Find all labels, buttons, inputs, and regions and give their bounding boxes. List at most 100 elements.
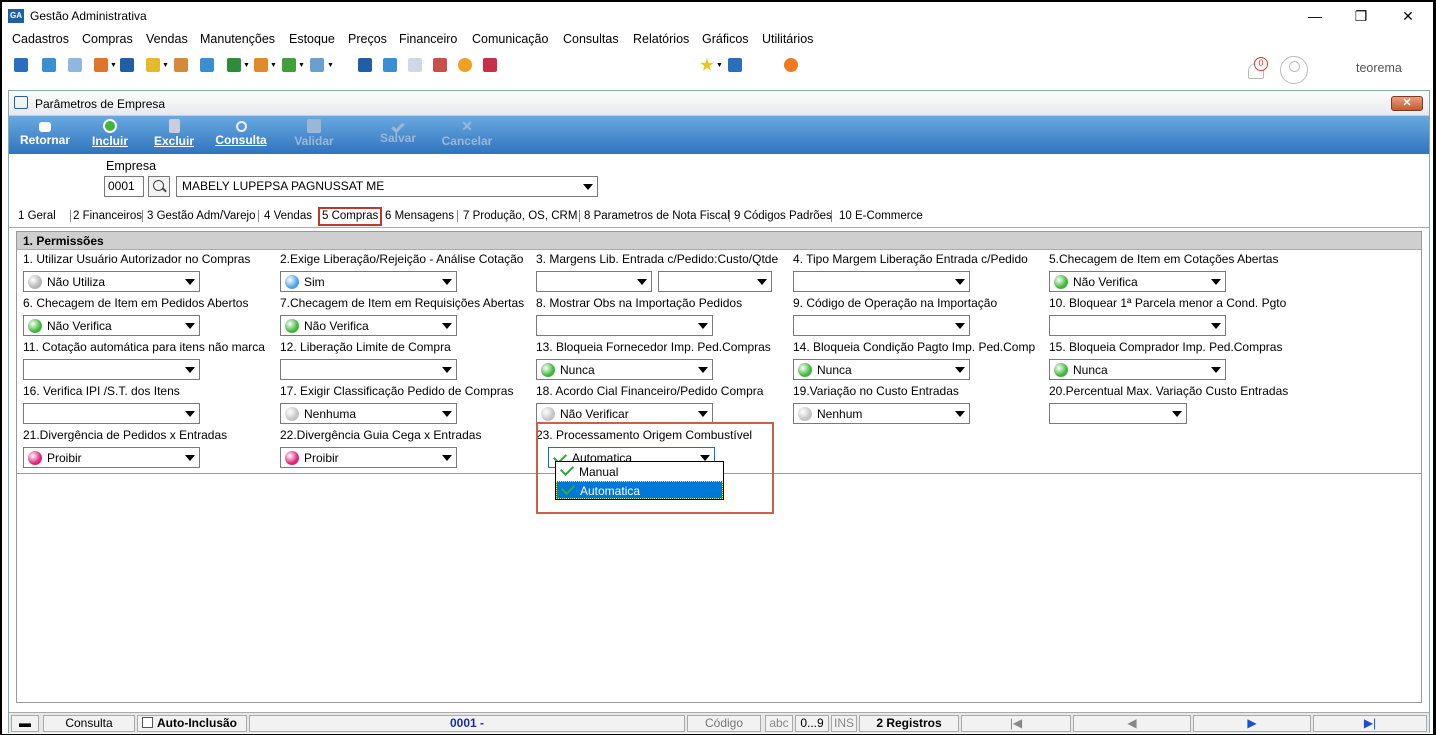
excluir-button[interactable]: Excluir bbox=[149, 119, 199, 148]
folder-icon[interactable] bbox=[146, 58, 160, 72]
tab-parametros-nota-fiscal[interactable]: 8 Parametros de Nota Fiscal bbox=[583, 210, 730, 222]
user-icon[interactable] bbox=[174, 58, 188, 72]
field-select[interactable]: Nenhuma bbox=[280, 403, 457, 424]
tab-e-commerce[interactable]: 10 E-Commerce bbox=[838, 210, 923, 222]
dropdown-option-manual[interactable]: Manual bbox=[556, 461, 723, 481]
field-select[interactable] bbox=[793, 315, 970, 336]
nav-next-button[interactable]: ▶ bbox=[1193, 715, 1311, 732]
favorites-star-icon[interactable] bbox=[700, 58, 714, 71]
menu-estoque[interactable]: Estoque bbox=[289, 32, 335, 46]
salvar-button[interactable]: Salvar bbox=[373, 119, 423, 145]
power-icon[interactable] bbox=[784, 58, 798, 72]
incluir-button[interactable]: Incluir bbox=[85, 119, 135, 148]
menu-utilitarios[interactable]: Utilitários bbox=[762, 32, 813, 46]
cadastro-icon[interactable] bbox=[14, 58, 28, 72]
clock-icon[interactable] bbox=[458, 58, 472, 72]
dropdown-arrow-icon[interactable]: ▼ bbox=[716, 62, 723, 69]
field-select[interactable] bbox=[1049, 315, 1226, 336]
menu-manutencoes[interactable]: Manutenções bbox=[200, 32, 275, 46]
menu-compras[interactable]: Compras bbox=[82, 32, 133, 46]
menu-relatorios[interactable]: Relatórios bbox=[633, 32, 689, 46]
dropdown-arrow-icon[interactable]: ▼ bbox=[110, 62, 117, 69]
dropdown-arrow-icon[interactable]: ▼ bbox=[327, 62, 334, 69]
bank-icon[interactable] bbox=[200, 58, 214, 72]
field-7: 7.Checagem de Item em Requisições Aberta… bbox=[280, 294, 536, 338]
list-icon[interactable] bbox=[94, 58, 108, 72]
tab-financeiros[interactable]: 2 Financeiros bbox=[72, 210, 143, 222]
consulta-button[interactable]: Consulta bbox=[211, 119, 271, 147]
empresa-search-icon[interactable] bbox=[148, 176, 170, 197]
menu-comunicacao[interactable]: Comunicação bbox=[472, 32, 548, 46]
dropdown-arrow-icon[interactable]: ▼ bbox=[270, 62, 277, 69]
field-select[interactable]: Não Utiliza bbox=[23, 271, 200, 292]
close-button[interactable]: ✕ bbox=[1385, 4, 1431, 28]
tab-codigos-padroes[interactable]: 9 Códigos Padrões bbox=[733, 210, 832, 222]
minimize-button[interactable]: — bbox=[1292, 4, 1338, 28]
dropdown-arrow-icon[interactable]: ▼ bbox=[243, 62, 250, 69]
document-icon[interactable] bbox=[120, 58, 134, 72]
tab-producao-os-crm[interactable]: 7 Produção, OS, CRM bbox=[462, 210, 580, 222]
card-icon[interactable] bbox=[68, 58, 82, 72]
menu-consultas[interactable]: Consultas bbox=[563, 32, 619, 46]
field-select[interactable] bbox=[23, 359, 200, 380]
cancelar-button[interactable]: ✕ Cancelar bbox=[437, 119, 497, 148]
truck-icon[interactable] bbox=[433, 58, 447, 72]
people-icon[interactable] bbox=[42, 58, 56, 72]
tab-geral[interactable]: 1 Geral bbox=[17, 210, 71, 222]
tab-vendas[interactable]: 4 Vendas bbox=[263, 210, 317, 222]
menu-cadastros[interactable]: Cadastros bbox=[12, 32, 69, 46]
field-select[interactable]: Nunca bbox=[1049, 359, 1226, 380]
field-select[interactable]: Proibir bbox=[23, 447, 200, 468]
user-avatar-icon[interactable] bbox=[1280, 56, 1308, 84]
box-icon[interactable] bbox=[254, 58, 268, 72]
field-select[interactable]: Nenhum bbox=[793, 403, 970, 424]
printer-icon[interactable] bbox=[310, 58, 324, 72]
restore-button[interactable]: ❐ bbox=[1338, 4, 1384, 28]
pdf-icon[interactable] bbox=[483, 58, 497, 72]
field-select[interactable] bbox=[658, 271, 772, 292]
tab-mensagens[interactable]: 6 Mensagens bbox=[384, 210, 458, 222]
field-select[interactable]: Nunca bbox=[536, 359, 713, 380]
form-close-button[interactable]: ✕ bbox=[1391, 96, 1423, 111]
help-icon[interactable] bbox=[728, 58, 742, 72]
auto-inclusao-checkbox[interactable]: Auto-Inclusão bbox=[137, 715, 247, 732]
dropdown-option-automatica[interactable]: Automatica bbox=[556, 480, 723, 499]
return-icon bbox=[39, 122, 51, 132]
empresa-name-select[interactable]: MABELY LUPEPSA PAGNUSSAT ME bbox=[176, 176, 598, 197]
tab-compras[interactable]: 5 Compras bbox=[318, 207, 382, 226]
dropdown-arrow-icon[interactable]: ▼ bbox=[298, 62, 305, 69]
calculator-icon[interactable] bbox=[383, 58, 397, 72]
field-select[interactable]: Não Verificar bbox=[536, 403, 713, 424]
nav-first-button[interactable]: |◀ bbox=[961, 715, 1071, 732]
field-select[interactable] bbox=[536, 271, 652, 292]
nav-prev-button[interactable]: ◀ bbox=[1073, 715, 1191, 732]
notification-bell-icon[interactable]: 0 bbox=[1244, 55, 1270, 81]
menu-precos[interactable]: Preços bbox=[348, 32, 387, 46]
retornar-button[interactable]: Retornar bbox=[15, 119, 75, 147]
field-select[interactable]: Não Verifica bbox=[280, 315, 457, 336]
dropdown-list[interactable]: Manual Automatica bbox=[555, 461, 724, 500]
field-select[interactable] bbox=[536, 315, 713, 336]
dropdown-arrow-icon[interactable]: ▼ bbox=[162, 62, 169, 69]
field-select[interactable] bbox=[23, 403, 200, 424]
field-select[interactable] bbox=[1049, 403, 1187, 424]
field-select[interactable] bbox=[793, 271, 970, 292]
menu-graficos[interactable]: Gráficos bbox=[702, 32, 749, 46]
field-select[interactable]: Proibir bbox=[280, 447, 457, 468]
calendar-icon[interactable] bbox=[408, 58, 422, 72]
validar-button[interactable]: Validar bbox=[289, 119, 339, 148]
tab-gestao-adm-varejo[interactable]: 3 Gestão Adm/Varejo bbox=[146, 210, 259, 222]
field-select[interactable]: Sim bbox=[280, 271, 457, 292]
report-icon[interactable] bbox=[358, 58, 372, 72]
empresa-code-input[interactable]: 0001 bbox=[104, 176, 144, 197]
money-icon[interactable] bbox=[282, 58, 296, 72]
field-select[interactable]: Não Verifica bbox=[1049, 271, 1226, 292]
menu-vendas[interactable]: Vendas bbox=[146, 32, 188, 46]
field-select[interactable]: Nunca bbox=[793, 359, 970, 380]
field-select[interactable]: Não Verifica bbox=[23, 315, 200, 336]
keyboard-icon[interactable]: ▬ bbox=[11, 715, 39, 732]
field-select[interactable] bbox=[280, 359, 457, 380]
menu-financeiro[interactable]: Financeiro bbox=[399, 32, 457, 46]
nav-last-button[interactable]: ▶| bbox=[1313, 715, 1427, 732]
cart-icon[interactable] bbox=[227, 58, 241, 72]
